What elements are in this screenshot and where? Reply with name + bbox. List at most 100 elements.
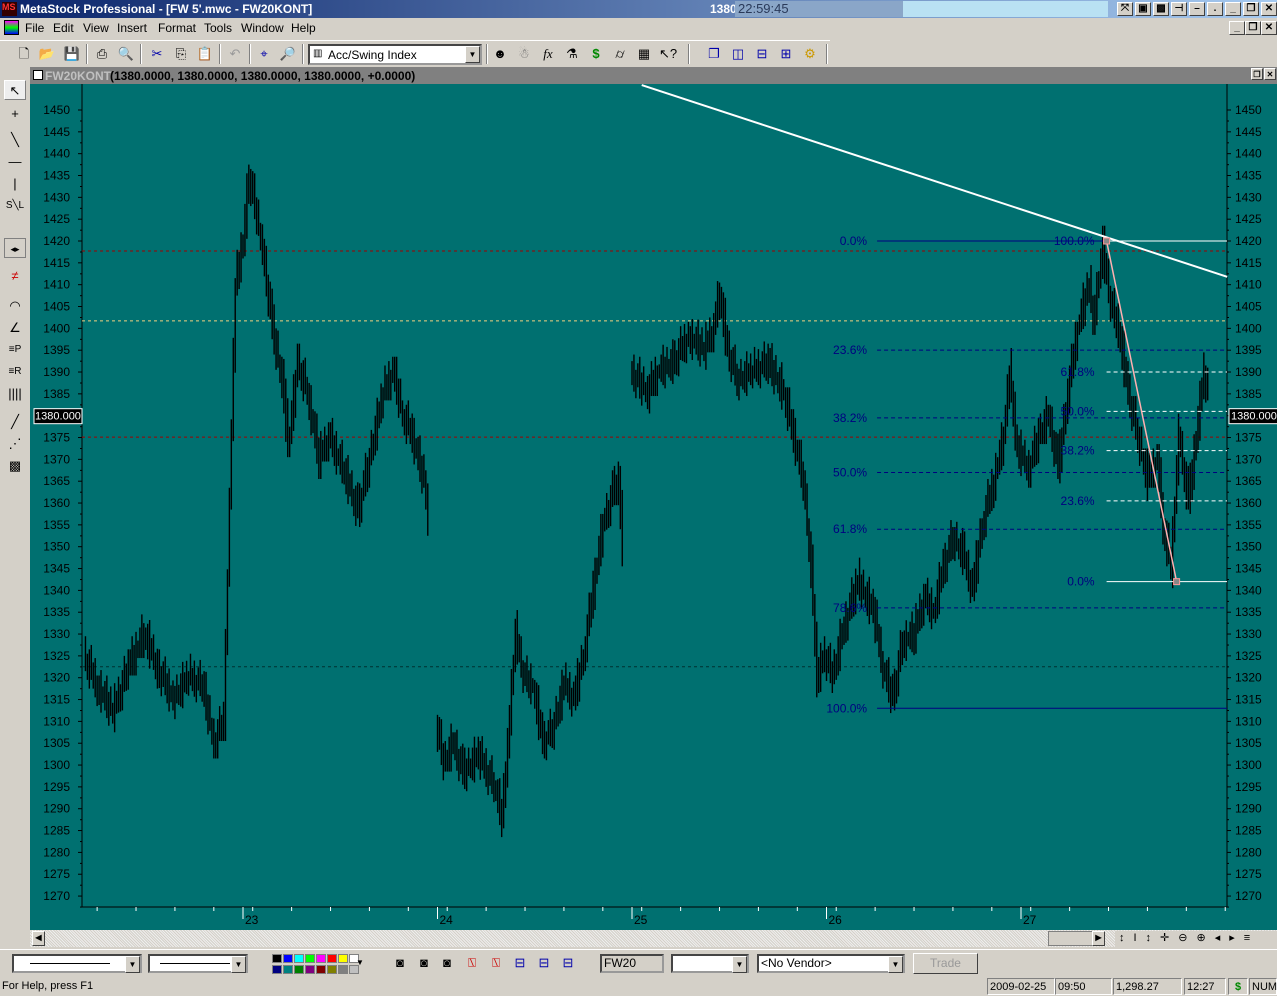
- doc-restore-button[interactable]: ❐: [1245, 21, 1261, 35]
- paste-icon[interactable]: 📋: [195, 45, 215, 63]
- chart-svg[interactable]: 1450 1450 1445 1445 1440 1440 1435 1435 1430 1430…: [30, 84, 1277, 930]
- chart-nav-icons[interactable]: ↕I↕✛⊖⊕◂▸≡: [1115, 931, 1277, 947]
- chevron-down-icon[interactable]: ▼: [231, 956, 246, 973]
- window-layout-icon-3[interactable]: ⊟: [558, 954, 578, 972]
- template-icon-3[interactable]: ◙: [437, 954, 457, 972]
- save-icon[interactable]: 💾: [62, 45, 82, 63]
- copy-icon[interactable]: ⎘: [171, 45, 191, 63]
- menu-window[interactable]: Window: [241, 21, 284, 35]
- fib-retracement-tool-icon[interactable]: ≡R: [4, 362, 26, 382]
- color-swatch[interactable]: [294, 954, 304, 963]
- scroll-thumb[interactable]: [1048, 931, 1098, 946]
- trendline-tool-icon[interactable]: ╲: [4, 130, 26, 150]
- color-swatch[interactable]: [283, 954, 293, 963]
- support-resistance-tool-icon[interactable]: S╲L: [4, 196, 26, 216]
- color-swatch[interactable]: [305, 954, 315, 963]
- price-chart[interactable]: 1450 1450 1445 1445 1440 1440 1435 1435 1430 1430…: [30, 84, 1277, 930]
- tile-grid-icon[interactable]: ⊞: [776, 45, 796, 63]
- open-icon[interactable]: 📂: [37, 45, 57, 63]
- pin-icon[interactable]: ⊣: [1171, 2, 1187, 16]
- menu-help[interactable]: Help: [291, 21, 316, 35]
- chart-icon-1[interactable]: ⍂: [462, 954, 482, 972]
- chart-close-button[interactable]: ✕: [1264, 68, 1276, 80]
- new-icon[interactable]: 🗋: [14, 45, 34, 63]
- line-weight-select[interactable]: ▼: [148, 954, 248, 973]
- color-palette[interactable]: [272, 954, 359, 974]
- tile-icon[interactable]: ▣: [1135, 2, 1151, 16]
- expert-icon[interactable]: ☻: [490, 45, 510, 63]
- restore-button[interactable]: ❐: [1243, 2, 1259, 16]
- arcs-tool-icon[interactable]: ◠: [4, 296, 26, 316]
- cut-icon[interactable]: ✂: [147, 45, 167, 63]
- formula-icon[interactable]: fx: [538, 45, 558, 63]
- chart-window-icon[interactable]: [33, 70, 43, 80]
- dollar-icon[interactable]: $: [586, 45, 606, 63]
- horizontal-scrollbar[interactable]: ◀ ▶ ↕I↕✛⊖⊕◂▸≡: [30, 930, 1277, 947]
- print-icon[interactable]: ⎙: [92, 45, 112, 63]
- system-tester-icon[interactable]: ⚗: [562, 45, 582, 63]
- zoom-icon[interactable]: 🔎: [278, 45, 298, 63]
- grid-tool-icon[interactable]: ▩: [4, 456, 26, 476]
- menu-edit[interactable]: Edit: [53, 21, 74, 35]
- pattern-icon[interactable]: ▩: [1153, 2, 1169, 16]
- line-style-select[interactable]: ▼: [12, 954, 142, 973]
- color-swatch[interactable]: [327, 954, 337, 963]
- vertical-line-tool-icon[interactable]: |: [4, 174, 26, 194]
- vendor-select[interactable]: <No Vendor> ▼: [757, 954, 905, 973]
- cascade-icon[interactable]: ❐: [704, 45, 724, 63]
- tile-vertical-icon[interactable]: ◫: [728, 45, 748, 63]
- color-swatch[interactable]: [283, 964, 293, 974]
- fan-tool-icon[interactable]: ∠: [4, 318, 26, 338]
- doc-close-button[interactable]: ✕: [1261, 21, 1277, 35]
- line-tool-icon[interactable]: ╱: [4, 412, 26, 432]
- color-swatch[interactable]: [338, 964, 348, 974]
- crosshair-icon[interactable]: ⌖: [254, 45, 274, 63]
- dot-icon[interactable]: .: [1207, 2, 1223, 16]
- color-swatch[interactable]: [316, 964, 326, 974]
- crosshair-tool-icon[interactable]: +: [4, 104, 26, 124]
- parallel-lines-tool-icon[interactable]: ≠: [4, 266, 26, 286]
- chevron-down-icon[interactable]: ▼: [465, 46, 480, 63]
- close-button[interactable]: ✕: [1261, 2, 1277, 16]
- template-icon-2[interactable]: ◙: [414, 954, 434, 972]
- color-swatch[interactable]: [305, 964, 315, 974]
- fullscreen-icon[interactable]: ⤧: [1117, 2, 1133, 16]
- calendar-icon[interactable]: ▦: [634, 45, 654, 63]
- window-layout-icon-2[interactable]: ⊟: [534, 954, 554, 972]
- help-pointer-icon[interactable]: ↖?: [658, 45, 678, 63]
- gann-fan-tool-icon[interactable]: ⋰: [4, 434, 26, 454]
- symbol-field[interactable]: FW20: [600, 954, 664, 973]
- color-swatch[interactable]: [272, 954, 282, 963]
- chart-icon-2[interactable]: ⍂: [486, 954, 506, 972]
- time-zones-tool-icon[interactable]: ||||: [4, 384, 26, 404]
- period-select[interactable]: ▼: [671, 954, 749, 973]
- menu-insert[interactable]: Insert: [117, 21, 147, 35]
- chevron-down-icon[interactable]: ▼: [125, 956, 140, 973]
- print-preview-icon[interactable]: 🔍: [116, 45, 136, 63]
- explorer-icon[interactable]: ☃: [514, 45, 534, 63]
- menu-tools[interactable]: Tools: [204, 21, 232, 35]
- scroll-left-icon[interactable]: ◀: [32, 931, 45, 946]
- chevron-down-icon[interactable]: ▼: [732, 956, 747, 973]
- undo-icon[interactable]: ↶: [225, 45, 245, 63]
- chevron-down-icon[interactable]: ▼: [888, 956, 903, 973]
- color-swatch[interactable]: [327, 964, 337, 974]
- menu-file[interactable]: File: [25, 21, 44, 35]
- color-swatch[interactable]: [316, 954, 326, 963]
- pointer-tool-icon[interactable]: ↖: [4, 80, 26, 100]
- chart-restore-button[interactable]: ❐: [1251, 68, 1263, 80]
- document-icon[interactable]: [4, 20, 19, 35]
- menu-format[interactable]: Format: [158, 21, 196, 35]
- window-layout-icon-1[interactable]: ⊟: [510, 954, 530, 972]
- color-swatch[interactable]: [338, 954, 348, 963]
- indicator-select[interactable]: ▥ Acc/Swing Index ▼: [308, 44, 482, 65]
- color-swatch[interactable]: [294, 964, 304, 974]
- palette-chevron-icon[interactable]: ▼: [356, 958, 364, 967]
- toolbar-minimize-icon[interactable]: –: [1189, 2, 1205, 16]
- scroll-tool-icon[interactable]: ◂▸: [4, 238, 26, 258]
- template-icon-1[interactable]: ◙: [390, 954, 410, 972]
- color-swatch[interactable]: [272, 964, 282, 974]
- scroll-right-icon[interactable]: ▶: [1092, 931, 1105, 946]
- fib-projection-tool-icon[interactable]: ≡P: [4, 340, 26, 360]
- horizontal-line-tool-icon[interactable]: —: [4, 152, 26, 172]
